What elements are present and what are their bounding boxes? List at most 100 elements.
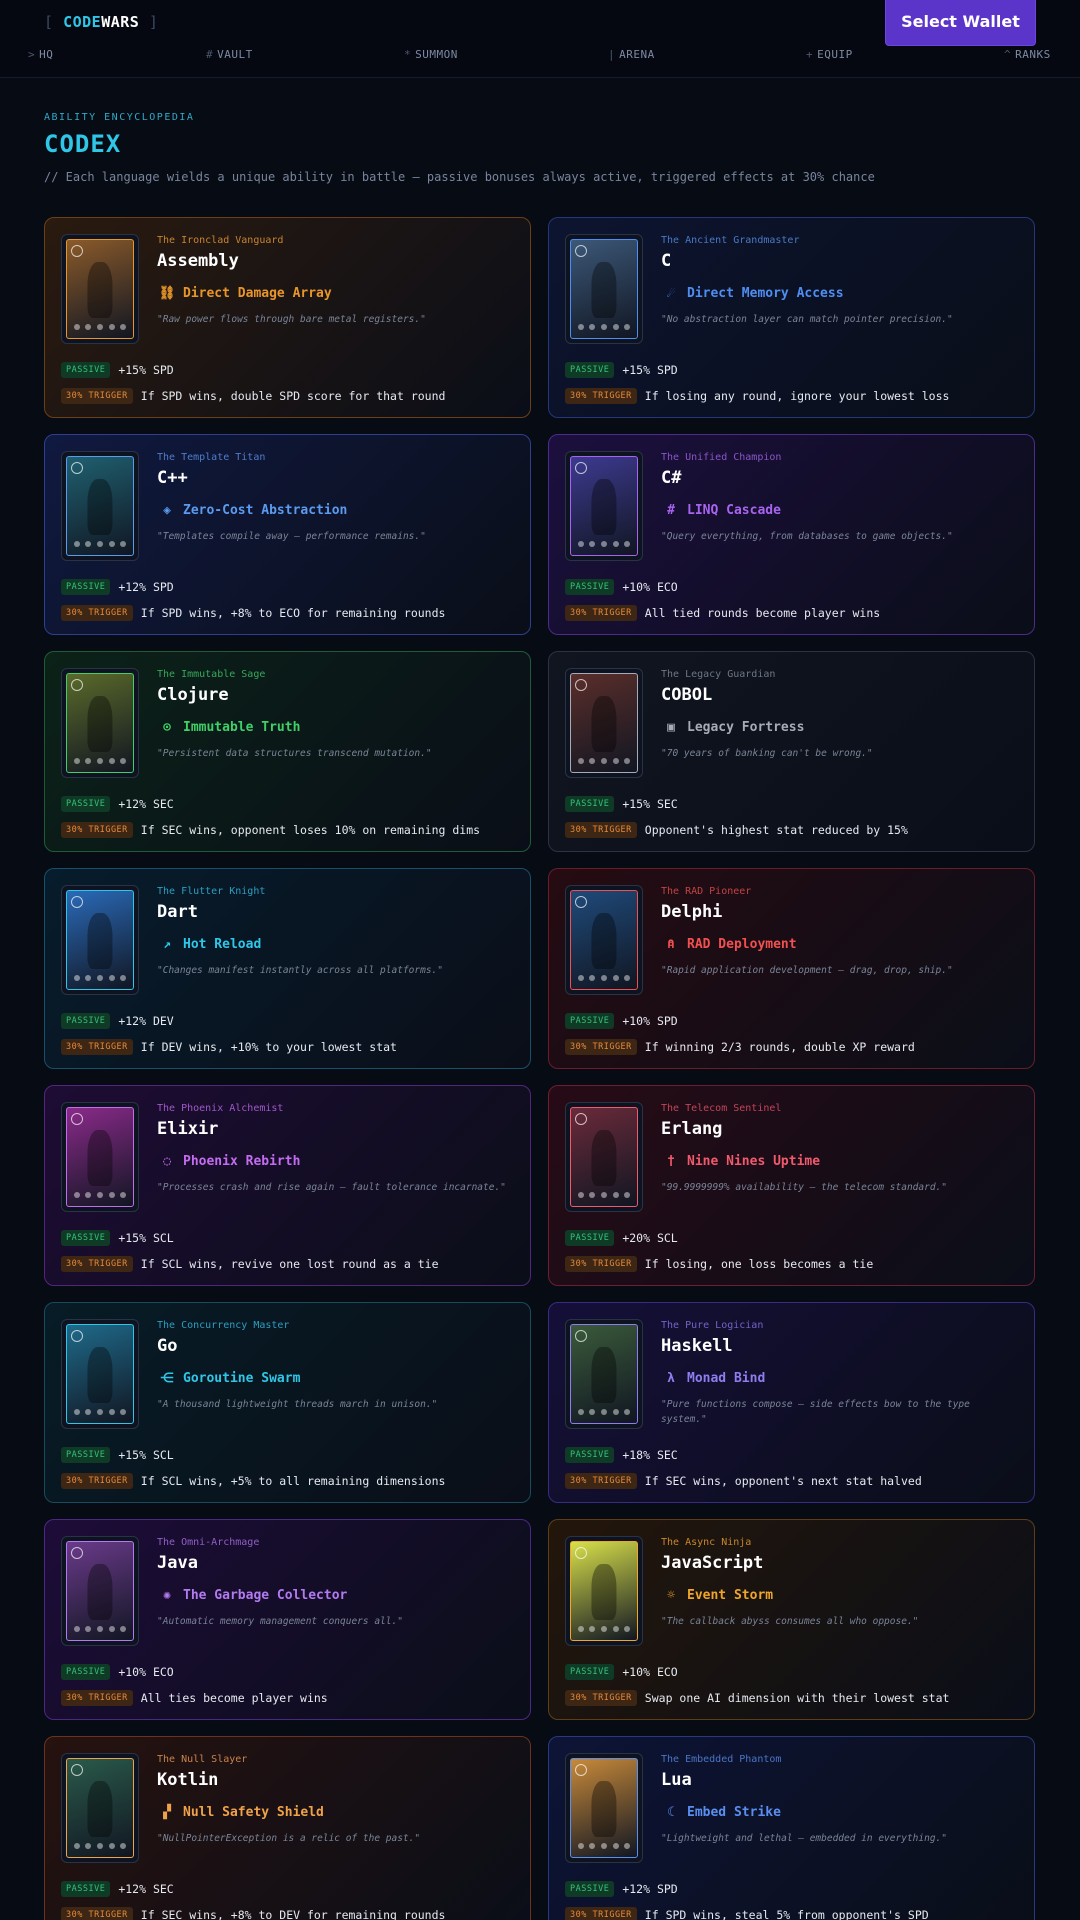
card-ability: ⊙ Immutable Truth [157, 720, 300, 735]
passive-row: PASSIVE +12% SEC [61, 796, 174, 812]
card-epithet: The Legacy Guardian [661, 669, 776, 680]
ability-name: Event Storm [687, 1588, 774, 1603]
card-language-name: Delphi [661, 902, 723, 922]
logo-bracket-left: [ [44, 13, 54, 31]
page-title: CODEX [44, 130, 122, 158]
nav-item-arena[interactable]: | ARENA [608, 48, 655, 61]
codex-card-java[interactable]: The Omni-Archmage Java ✺ The Garbage Collec… [44, 1519, 531, 1720]
ability-name: Phoenix Rebirth [183, 1154, 301, 1169]
card-art [565, 1753, 643, 1863]
trigger-badge: 30% TRIGGER [61, 822, 133, 838]
codex-card-javascript[interactable]: The Async Ninja JavaScript ☼ Event Storm "Th… [548, 1519, 1035, 1720]
card-art [565, 1102, 643, 1212]
trigger-text: If SEC wins, opponent loses 10% on remai… [140, 823, 481, 837]
passive-row: PASSIVE +12% SEC [61, 1881, 174, 1897]
card-epithet: The Phoenix Alchemist [157, 1103, 284, 1114]
card-epithet: The Template Titan [157, 452, 266, 463]
codex-card-haskell[interactable]: The Pure Logician Haskell λ Monad Bind "Pure… [548, 1302, 1035, 1503]
codex-card-c[interactable]: The Ancient Grandmaster C ☄ Direct Memory A… [548, 217, 1035, 418]
card-language-name: Go [157, 1336, 178, 1356]
passive-row: PASSIVE +10% ECO [565, 579, 678, 595]
codex-card-elixir[interactable]: The Phoenix Alchemist Elixir ◌ Phoenix Rebi… [44, 1085, 531, 1286]
codex-card-assembly[interactable]: The Ironclad Vanguard Assembly ⛓ Direct Dam… [44, 217, 531, 418]
select-wallet-button[interactable]: Select Wallet [885, 0, 1036, 46]
ability-icon: ☄ [667, 286, 675, 301]
card-language-name: COBOL [661, 685, 713, 705]
main-nav: > HQ # VAULT * SUMMON | ARENA + EQUIP ^ RANKS [0, 48, 1080, 68]
trigger-badge: 30% TRIGGER [61, 1256, 133, 1272]
card-quote: "No abstraction layer can match pointer … [661, 314, 953, 325]
passive-row: PASSIVE +15% SEC [565, 796, 678, 812]
passive-row: PASSIVE +20% SCL [565, 1230, 678, 1246]
passive-text: +15% SEC [622, 797, 678, 811]
trigger-row: 30% TRIGGER If SCL wins, +5% to all remai… [61, 1473, 445, 1489]
codex-card-delphi[interactable]: The RAD Pioneer Delphi ⍝ RAD Deployment "Rap… [548, 868, 1035, 1069]
card-art [565, 1319, 643, 1429]
card-epithet: The Concurrency Master [157, 1320, 290, 1331]
passive-text: +12% SPD [118, 580, 174, 594]
nav-icon: | [608, 48, 616, 61]
nav-item-ranks[interactable]: ^ RANKS [1004, 48, 1051, 61]
trigger-text: If losing, one loss becomes a tie [644, 1257, 874, 1271]
passive-row: PASSIVE +15% SCL [61, 1230, 174, 1246]
card-art [61, 668, 139, 778]
card-epithet: The Flutter Knight [157, 886, 266, 897]
trigger-badge: 30% TRIGGER [61, 1690, 133, 1706]
trigger-badge: 30% TRIGGER [565, 1907, 637, 1920]
top-bar: [ CODEWARS ] Select Wallet > HQ # VAULT * SUM… [0, 0, 1080, 78]
trigger-text: If SPD wins, +8% to ECO for remaining ro… [140, 606, 446, 620]
codex-card-kotlin[interactable]: The Null Slayer Kotlin ▞ Null Safety Shield… [44, 1736, 531, 1920]
ability-icon: ⛓ [158, 286, 176, 301]
trigger-badge: 30% TRIGGER [565, 1039, 637, 1055]
passive-badge: PASSIVE [565, 1447, 615, 1463]
ability-icon: ◈ [163, 503, 171, 518]
trigger-badge: 30% TRIGGER [61, 1473, 133, 1489]
nav-label: VAULT [217, 48, 253, 61]
passive-badge: PASSIVE [565, 1013, 615, 1029]
nav-label: EQUIP [817, 48, 853, 61]
card-quote: "Automatic memory management conquers al… [157, 1616, 403, 1627]
passive-badge: PASSIVE [61, 362, 111, 378]
card-quote: "Query everything, from databases to gam… [661, 531, 953, 542]
ability-name: RAD Deployment [687, 937, 797, 952]
card-epithet: The Telecom Sentinel [661, 1103, 782, 1114]
card-art [61, 1753, 139, 1863]
codex-card-dart[interactable]: The Flutter Knight Dart ↗ Hot Reload "Change… [44, 868, 531, 1069]
codex-card-cobol[interactable]: The Legacy Guardian COBOL ▣ Legacy Fortress… [548, 651, 1035, 852]
codex-card-clojure[interactable]: The Immutable Sage Clojure ⊙ Immutable Trut… [44, 651, 531, 852]
codex-card-lua[interactable]: The Embedded Phantom Lua ☾ Embed Strike "Lig… [548, 1736, 1035, 1920]
ability-name: Hot Reload [183, 937, 262, 952]
nav-label: HQ [39, 48, 54, 61]
codex-card-erlang[interactable]: The Telecom Sentinel Erlang † Nine Nines Up… [548, 1085, 1035, 1286]
card-language-name: Clojure [157, 685, 229, 705]
passive-badge: PASSIVE [565, 1881, 615, 1897]
nav-label: SUMMON [415, 48, 458, 61]
card-epithet: The Unified Champion [661, 452, 782, 463]
codex-card-c-[interactable]: The Unified Champion C# # LINQ Cascade "Quer… [548, 434, 1035, 635]
ability-icon: ⋲ [160, 1371, 174, 1386]
trigger-text: Swap one AI dimension with their lowest … [644, 1691, 950, 1705]
card-language-name: JavaScript [661, 1553, 764, 1573]
passive-badge: PASSIVE [61, 1447, 111, 1463]
trigger-row: 30% TRIGGER If losing any round, ignore y… [565, 388, 949, 404]
card-quote: "70 years of banking can't be wrong." [661, 748, 873, 759]
passive-badge: PASSIVE [565, 796, 615, 812]
ability-name: Direct Memory Access [687, 286, 844, 301]
nav-item-equip[interactable]: + EQUIP [806, 48, 853, 61]
codex-card-go[interactable]: The Concurrency Master Go ⋲ Goroutine Swarm… [44, 1302, 531, 1503]
ability-name: LINQ Cascade [687, 503, 781, 518]
ability-icon: ✺ [163, 1588, 171, 1603]
nav-item-vault[interactable]: # VAULT [206, 48, 253, 61]
codex-card-c-[interactable]: The Template Titan C++ ◈ Zero-Cost Abstract… [44, 434, 531, 635]
card-ability: ⛓ Direct Damage Array [157, 286, 332, 301]
logo[interactable]: [ CODEWARS ] [44, 13, 158, 31]
card-art [61, 1536, 139, 1646]
nav-item-hq[interactable]: > HQ [28, 48, 53, 61]
passive-text: +15% SPD [622, 363, 678, 377]
passive-badge: PASSIVE [61, 796, 111, 812]
trigger-text: If winning 2/3 rounds, double XP reward [644, 1040, 915, 1054]
nav-item-summon[interactable]: * SUMMON [404, 48, 458, 61]
card-art [61, 1102, 139, 1212]
nav-icon: ^ [1004, 48, 1012, 61]
nav-label: ARENA [619, 48, 655, 61]
